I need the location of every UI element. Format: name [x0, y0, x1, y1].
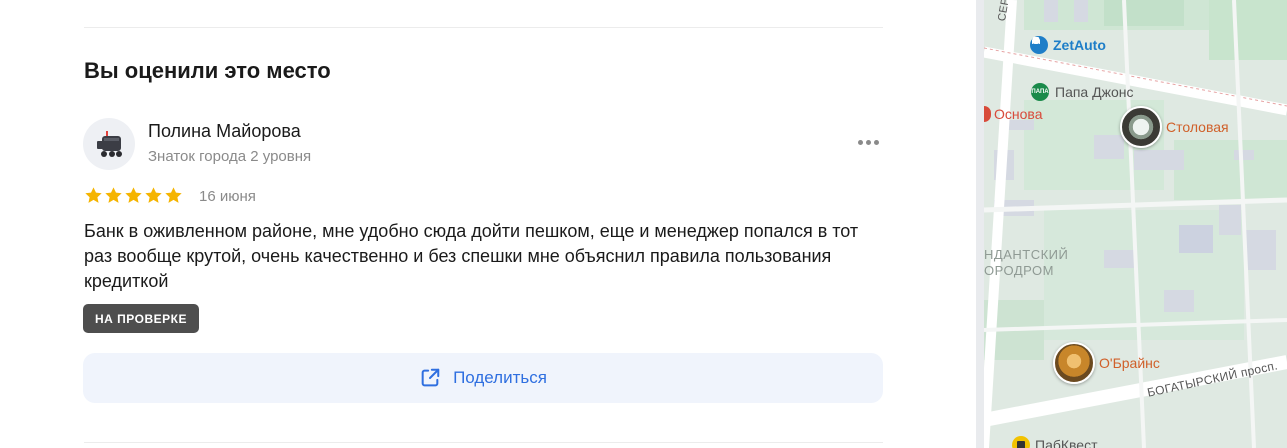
dot-icon [873, 139, 879, 145]
share-button[interactable]: Поделиться [83, 353, 883, 403]
poi-stolovaya[interactable]: Столовая [1120, 106, 1229, 148]
poi-pabkvest[interactable]: ПабКвест [1012, 436, 1098, 448]
avatar[interactable] [83, 118, 135, 170]
map[interactable]: СЕРЕБРИС БОГАТЫРСКИЙ просп. НДАНТСКИЙ ОР… [984, 0, 1287, 448]
poi-label: О'Брайнс [1099, 355, 1160, 371]
review-date: 16 июня [199, 188, 256, 205]
dot-icon [865, 139, 871, 145]
share-icon [421, 368, 440, 387]
divider [84, 442, 883, 443]
section-title: Вы оценили это место [84, 58, 331, 83]
poi-label: ZetAuto [1053, 37, 1106, 53]
map-pin-icon [984, 106, 991, 122]
rating-stars [84, 186, 183, 205]
robot-courier-icon [97, 131, 122, 157]
poi-label: Папа Джонс [1055, 84, 1134, 100]
poi-zetauto[interactable]: ZetAuto [1030, 36, 1106, 54]
star-icon [105, 187, 122, 203]
divider [84, 27, 883, 28]
star-icon [125, 187, 142, 203]
poi-obrains[interactable]: О'Брайнс [1053, 342, 1160, 384]
food-photo-icon [1120, 106, 1162, 148]
author-level: Знаток города 2 уровня [148, 148, 312, 165]
car-icon [1030, 36, 1048, 54]
district-label: НДАНТСКИЙ [984, 247, 1069, 262]
metro-icon [1012, 436, 1030, 448]
panel-edge [976, 0, 984, 448]
review-text: Банк в оживленном районе, мне удобно сюд… [84, 221, 859, 291]
star-icon [165, 187, 182, 203]
more-options-button[interactable] [852, 130, 884, 154]
status-badge: НА ПРОВЕРКЕ [83, 304, 199, 333]
dot-icon [857, 139, 863, 145]
poi-osnova[interactable]: Основа [984, 106, 1042, 122]
review-panel: Вы оценили это место Полина Майорова Зна… [0, 0, 976, 448]
papa-logo-icon: ПАПА [1031, 83, 1049, 101]
poi-label: ПабКвест [1035, 437, 1098, 448]
district-label: ОРОДРОМ [984, 263, 1054, 278]
poi-label: Основа [994, 106, 1043, 122]
star-icon [85, 187, 102, 203]
share-label: Поделиться [453, 368, 547, 387]
poi-papa-johns[interactable]: ПАПА Папа Джонс [1031, 83, 1133, 101]
author-name[interactable]: Полина Майорова [148, 121, 301, 142]
food-photo-icon [1053, 342, 1095, 384]
poi-label: Столовая [1166, 119, 1229, 135]
star-icon [145, 187, 162, 203]
